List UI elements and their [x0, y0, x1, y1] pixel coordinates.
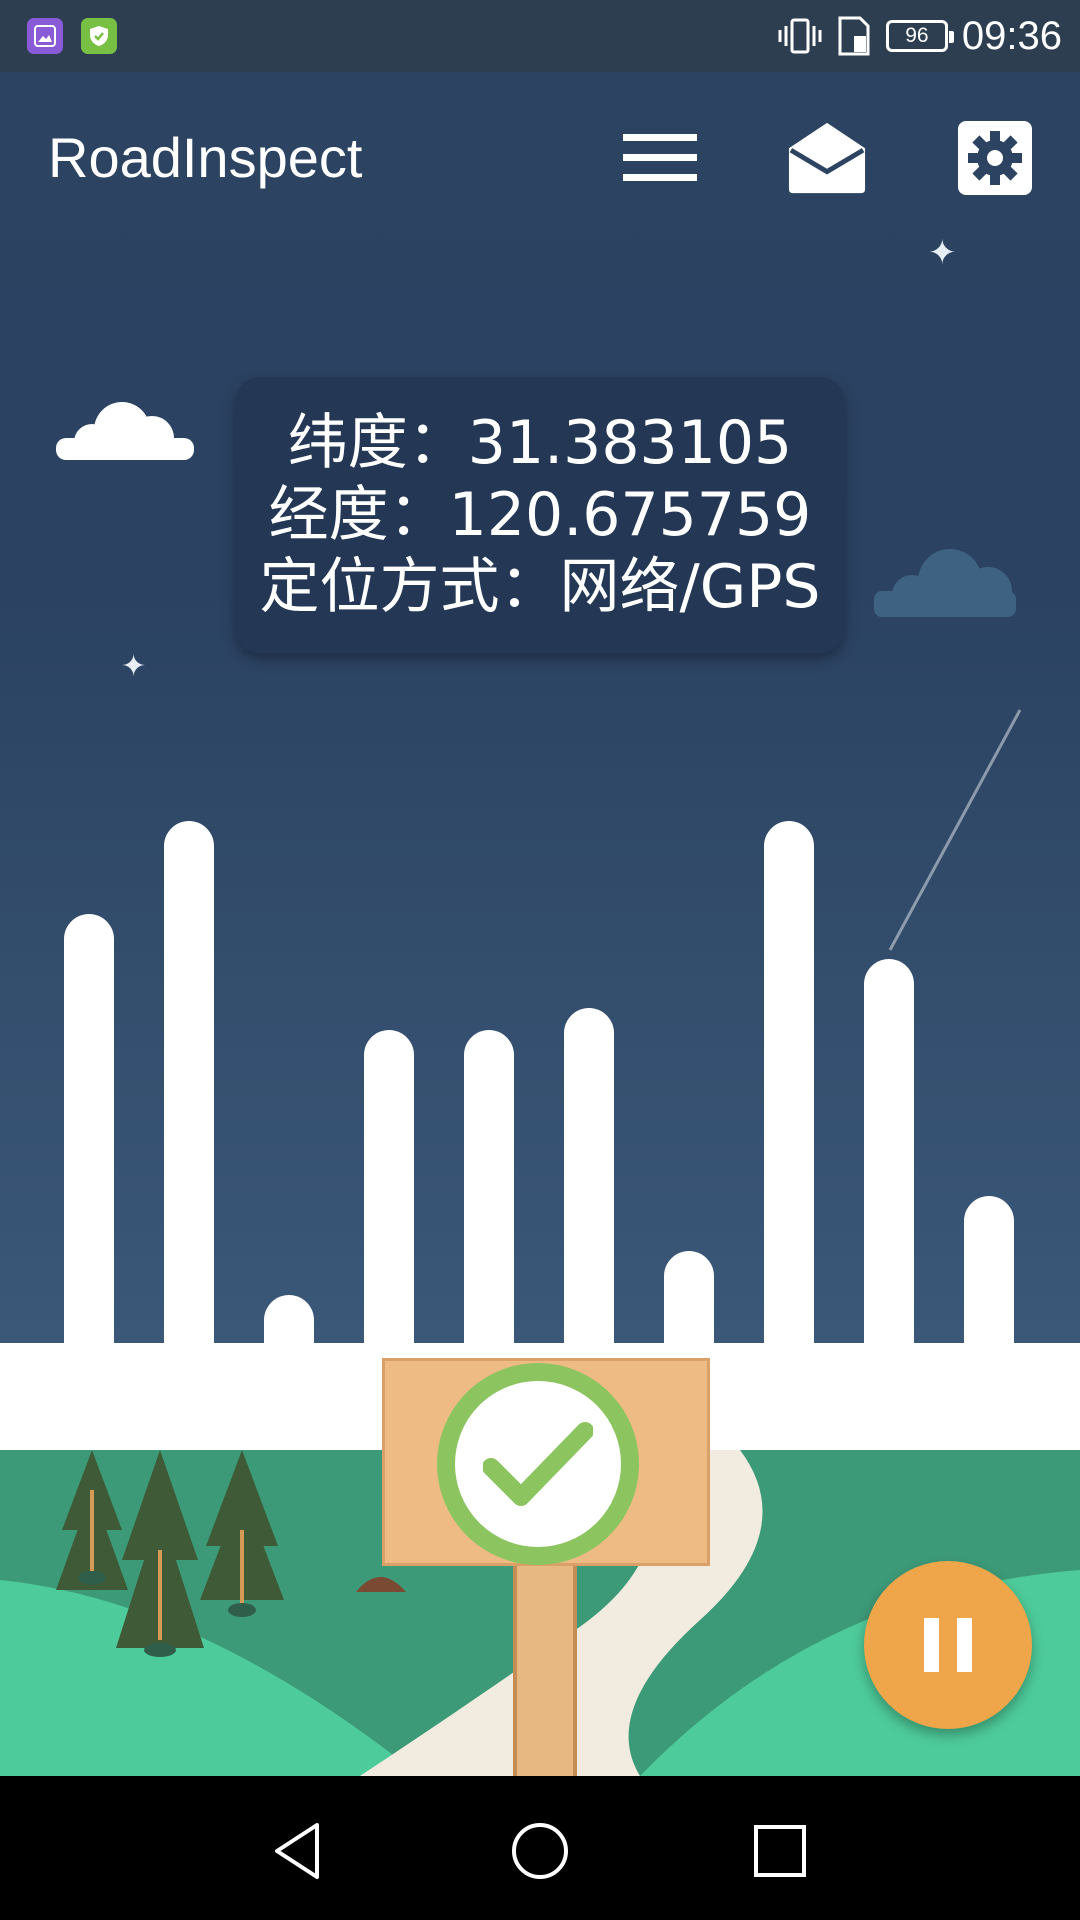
star-icon: ✦ [928, 233, 957, 273]
equalizer-bar [664, 1251, 714, 1345]
equalizer-bar [164, 821, 214, 1345]
status-check-indicator [437, 1363, 639, 1565]
menu-icon [623, 134, 697, 181]
cloud-icon [874, 549, 1016, 617]
vibrate-icon [778, 18, 822, 54]
recents-button[interactable] [735, 1806, 825, 1896]
settings-icon [958, 121, 1032, 195]
home-button[interactable] [495, 1806, 585, 1896]
home-icon [512, 1823, 568, 1879]
equalizer-bar [764, 821, 814, 1345]
mail-icon [788, 122, 866, 194]
longitude-text: 经度：120.675759 [268, 480, 812, 550]
equalizer-bar [964, 1196, 1014, 1345]
navigation-bar [0, 1776, 1080, 1920]
settings-button[interactable] [955, 118, 1035, 198]
app-title: RoadInspect [48, 126, 363, 189]
status-bar: 96 09:36 [0, 0, 1080, 72]
equalizer-bar [864, 959, 914, 1345]
star-icon: ✦ [121, 649, 147, 684]
equalizer-bar [464, 1030, 514, 1345]
equalizer-bar [364, 1030, 414, 1345]
mail-button[interactable] [787, 118, 867, 198]
shield-app-icon [81, 18, 117, 54]
status-right: 96 09:36 [778, 12, 1062, 60]
clock: 09:36 [961, 13, 1062, 58]
check-icon [483, 1422, 593, 1506]
gallery-app-icon [27, 18, 63, 54]
equalizer-bar [64, 914, 114, 1345]
location-method-text: 定位方式：网络/GPS [259, 552, 821, 622]
back-button[interactable] [254, 1806, 344, 1896]
back-icon [275, 1823, 319, 1879]
battery-icon: 96 [885, 20, 954, 52]
sim-icon [838, 16, 870, 56]
menu-button[interactable] [620, 118, 700, 198]
sign-post [513, 1540, 577, 1776]
shooting-star [888, 709, 1022, 951]
equalizer-bar [564, 1008, 614, 1345]
pause-button[interactable] [864, 1561, 1032, 1729]
latitude-text: 纬度：31.383105 [287, 408, 793, 478]
equalizer-bar [264, 1295, 314, 1345]
location-info-card: 纬度：31.383105 经度：120.675759 定位方式：网络/GPS [236, 377, 844, 653]
pause-icon [924, 1618, 972, 1672]
recents-icon [754, 1825, 806, 1877]
